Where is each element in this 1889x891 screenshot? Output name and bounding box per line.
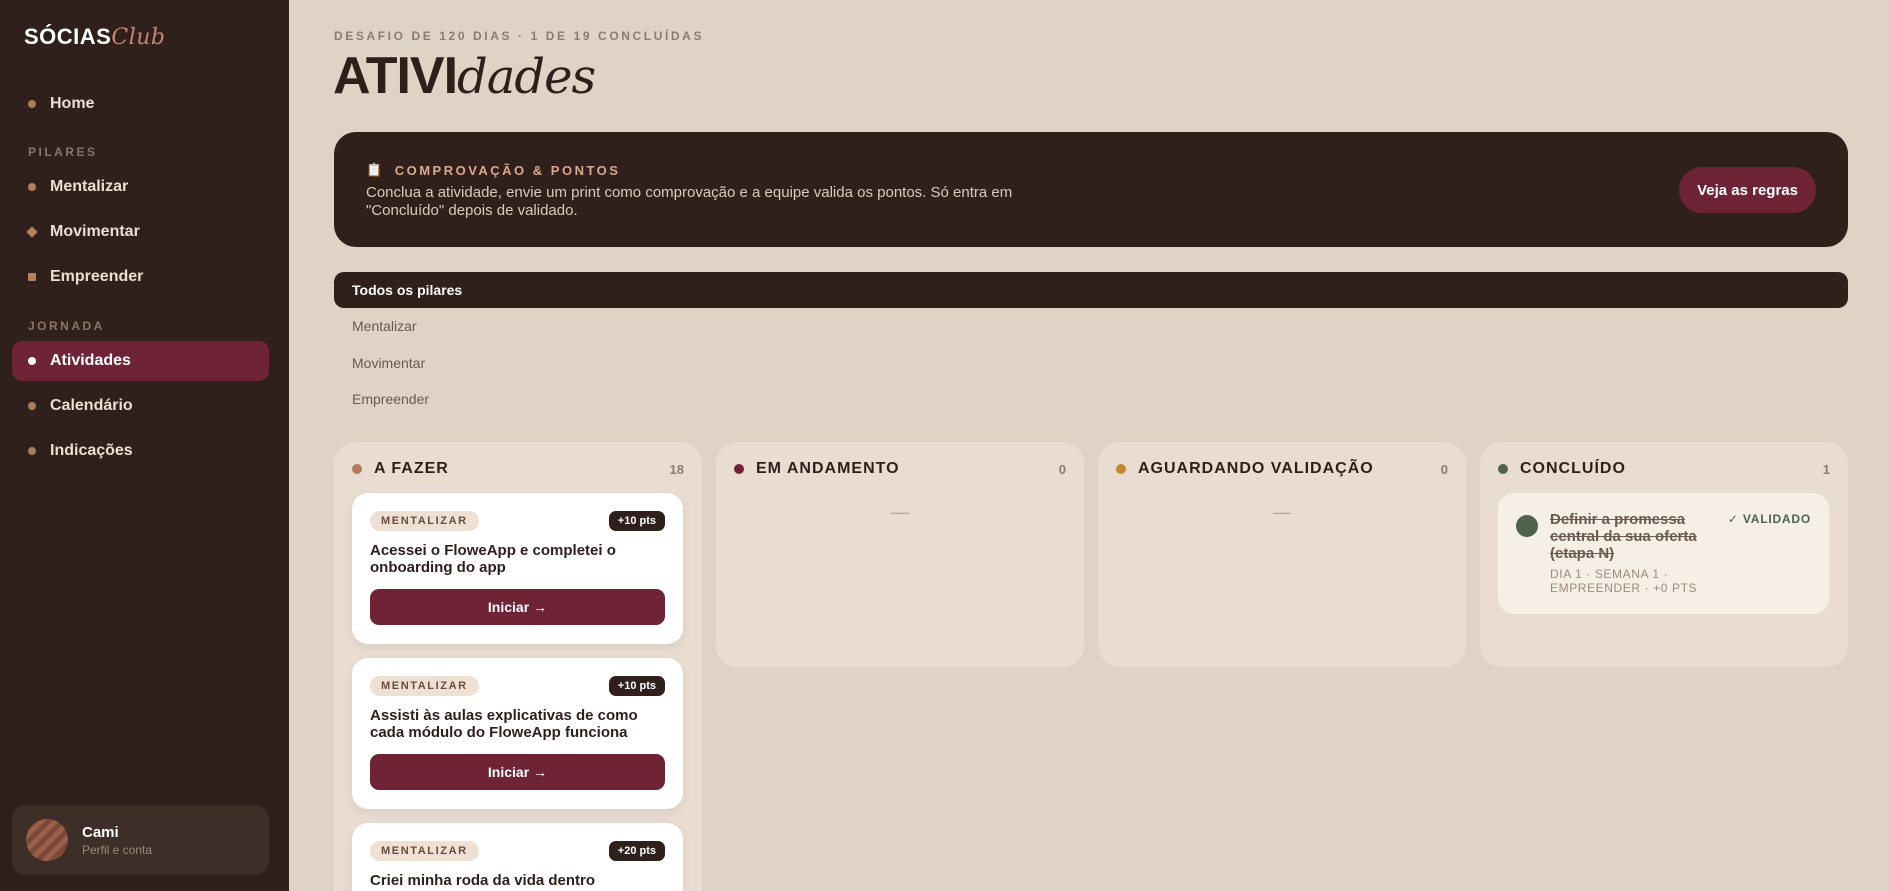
activity-card[interactable]: MENTALIZAR +10 pts Acessei o FloweApp e … (352, 493, 683, 644)
column-header: AGUARDANDO VALIDAÇÃO 0 (1116, 460, 1448, 478)
filter-movimentar[interactable]: Movimentar (334, 345, 1848, 381)
filter-all-pillars[interactable]: Todos os pilares (334, 272, 1848, 308)
brand-logo[interactable]: SÓCIASClub (24, 24, 165, 50)
sidebar-item-label: Home (50, 95, 95, 112)
column-title: AGUARDANDO VALIDAÇÃO (1138, 460, 1374, 477)
sidebar: SÓCIASClub Home PILARES Mentalizar Movim… (0, 0, 289, 891)
profile-subtitle: Perfil e conta (82, 842, 153, 857)
column-header: CONCLUÍDO 1 (1498, 460, 1830, 478)
activity-title: Acessei o FloweApp e completei o onboard… (370, 542, 616, 576)
column-awaiting-validation: AGUARDANDO VALIDAÇÃO 0 — (1098, 442, 1466, 667)
column-header: EM ANDAMENTO 0 (734, 460, 1066, 478)
status-dot-icon (352, 464, 362, 474)
column-count: 1 (1822, 461, 1830, 477)
bullet-icon (28, 357, 36, 365)
profile-name: Cami (82, 823, 119, 841)
points-badge: +10 pts (608, 511, 665, 531)
sidebar-item-indicacoes[interactable]: Indicações (12, 431, 269, 471)
section-label-jornada: JORNADA (28, 319, 105, 333)
filter-mentalizar[interactable]: Mentalizar (334, 308, 1848, 344)
view-rules-button[interactable]: Veja as regras (1679, 167, 1816, 213)
page-title-script: dades (457, 49, 596, 105)
column-title: CONCLUÍDO (1520, 460, 1626, 477)
completed-card[interactable]: Definir a promessa central da sua oferta… (1498, 493, 1829, 614)
validated-badge: ✓ VALIDADO (1727, 512, 1811, 526)
pillar-tag: MENTALIZAR (370, 841, 479, 861)
column-done: CONCLUÍDO 1 Definir a promessa central d… (1480, 442, 1848, 667)
sidebar-item-calendario[interactable]: Calendário (12, 386, 269, 426)
points-badge: +20 pts (608, 841, 665, 861)
section-label-pilares: PILARES (28, 145, 98, 159)
info-banner: 📋 COMPROVAÇÃO & PONTOS Conclua a ativida… (334, 132, 1848, 247)
start-button[interactable]: Iniciar → (370, 589, 665, 625)
empty-placeholder: — (1273, 502, 1291, 522)
activity-card[interactable]: MENTALIZAR +10 pts Assisti às aulas expl… (352, 658, 683, 809)
column-count: 0 (1440, 461, 1448, 477)
circle-icon (28, 183, 36, 191)
clipboard-icon: 📋 (366, 162, 385, 177)
profile-button[interactable]: Cami Perfil e conta (12, 805, 269, 875)
avatar (26, 819, 68, 861)
sidebar-item-home[interactable]: Home (12, 84, 269, 124)
sidebar-item-label: Atividades (50, 352, 131, 369)
status-dot-icon (1116, 464, 1126, 474)
completed-icon (1516, 515, 1538, 537)
column-count: 18 (669, 461, 684, 477)
sidebar-item-label: Mentalizar (50, 178, 129, 195)
column-in-progress: EM ANDAMENTO 0 — (716, 442, 1084, 667)
sidebar-item-label: Empreender (50, 268, 144, 285)
brand-script: Club (111, 25, 166, 50)
filter-empreender[interactable]: Empreender (334, 381, 1848, 417)
column-header: A FAZER 18 (352, 460, 684, 478)
completed-title: Definir a promessa central da sua oferta… (1550, 511, 1697, 562)
sidebar-item-atividades[interactable]: Atividades (12, 341, 269, 381)
square-icon (28, 273, 36, 281)
bullet-icon (28, 402, 36, 410)
banner-heading-text: COMPROVAÇÃO & PONTOS (394, 162, 621, 178)
sidebar-item-label: Calendário (50, 397, 133, 414)
completed-meta: DIA 1 · SEMANA 1 · EMPREENDER · +0 PTS (1550, 567, 1698, 595)
points-badge: +10 pts (608, 676, 665, 696)
page-title-strong: ATIVI (333, 47, 458, 105)
sidebar-item-empreender[interactable]: Empreender (12, 257, 269, 297)
activity-card[interactable]: MENTALIZAR +20 pts Criei minha roda da v… (352, 823, 683, 891)
sidebar-item-movimentar[interactable]: Movimentar (12, 212, 269, 252)
status-dot-icon (734, 464, 744, 474)
sidebar-item-mentalizar[interactable]: Mentalizar (12, 167, 269, 207)
banner-heading: 📋 COMPROVAÇÃO & PONTOS (366, 162, 620, 178)
bullet-icon (28, 100, 36, 108)
start-button[interactable]: Iniciar → (370, 754, 665, 790)
brand-strong: SÓCIAS (24, 24, 112, 49)
column-title: A FAZER (374, 460, 449, 477)
pillar-tag: MENTALIZAR (370, 676, 479, 696)
activity-title: Criei minha roda da vida dentro (370, 872, 596, 889)
pillar-tag: MENTALIZAR (370, 511, 479, 531)
banner-text: Conclua a atividade, envie um print como… (366, 184, 1013, 219)
column-count: 0 (1058, 461, 1066, 477)
diamond-icon (26, 226, 38, 238)
bullet-icon (28, 447, 36, 455)
activity-title: Assisti às aulas explicativas de como ca… (370, 707, 638, 741)
sidebar-item-label: Indicações (50, 442, 133, 459)
page-title: ATIVIdades (333, 47, 596, 105)
column-todo: A FAZER 18 MENTALIZAR +10 pts Acessei o … (334, 442, 702, 891)
empty-placeholder: — (891, 502, 909, 522)
status-dot-icon (1498, 464, 1508, 474)
page-kicker: DESAFIO DE 120 DIAS · 1 DE 19 CONCLUÍDAS (334, 29, 705, 43)
sidebar-item-label: Movimentar (50, 223, 140, 240)
column-title: EM ANDAMENTO (756, 460, 900, 477)
